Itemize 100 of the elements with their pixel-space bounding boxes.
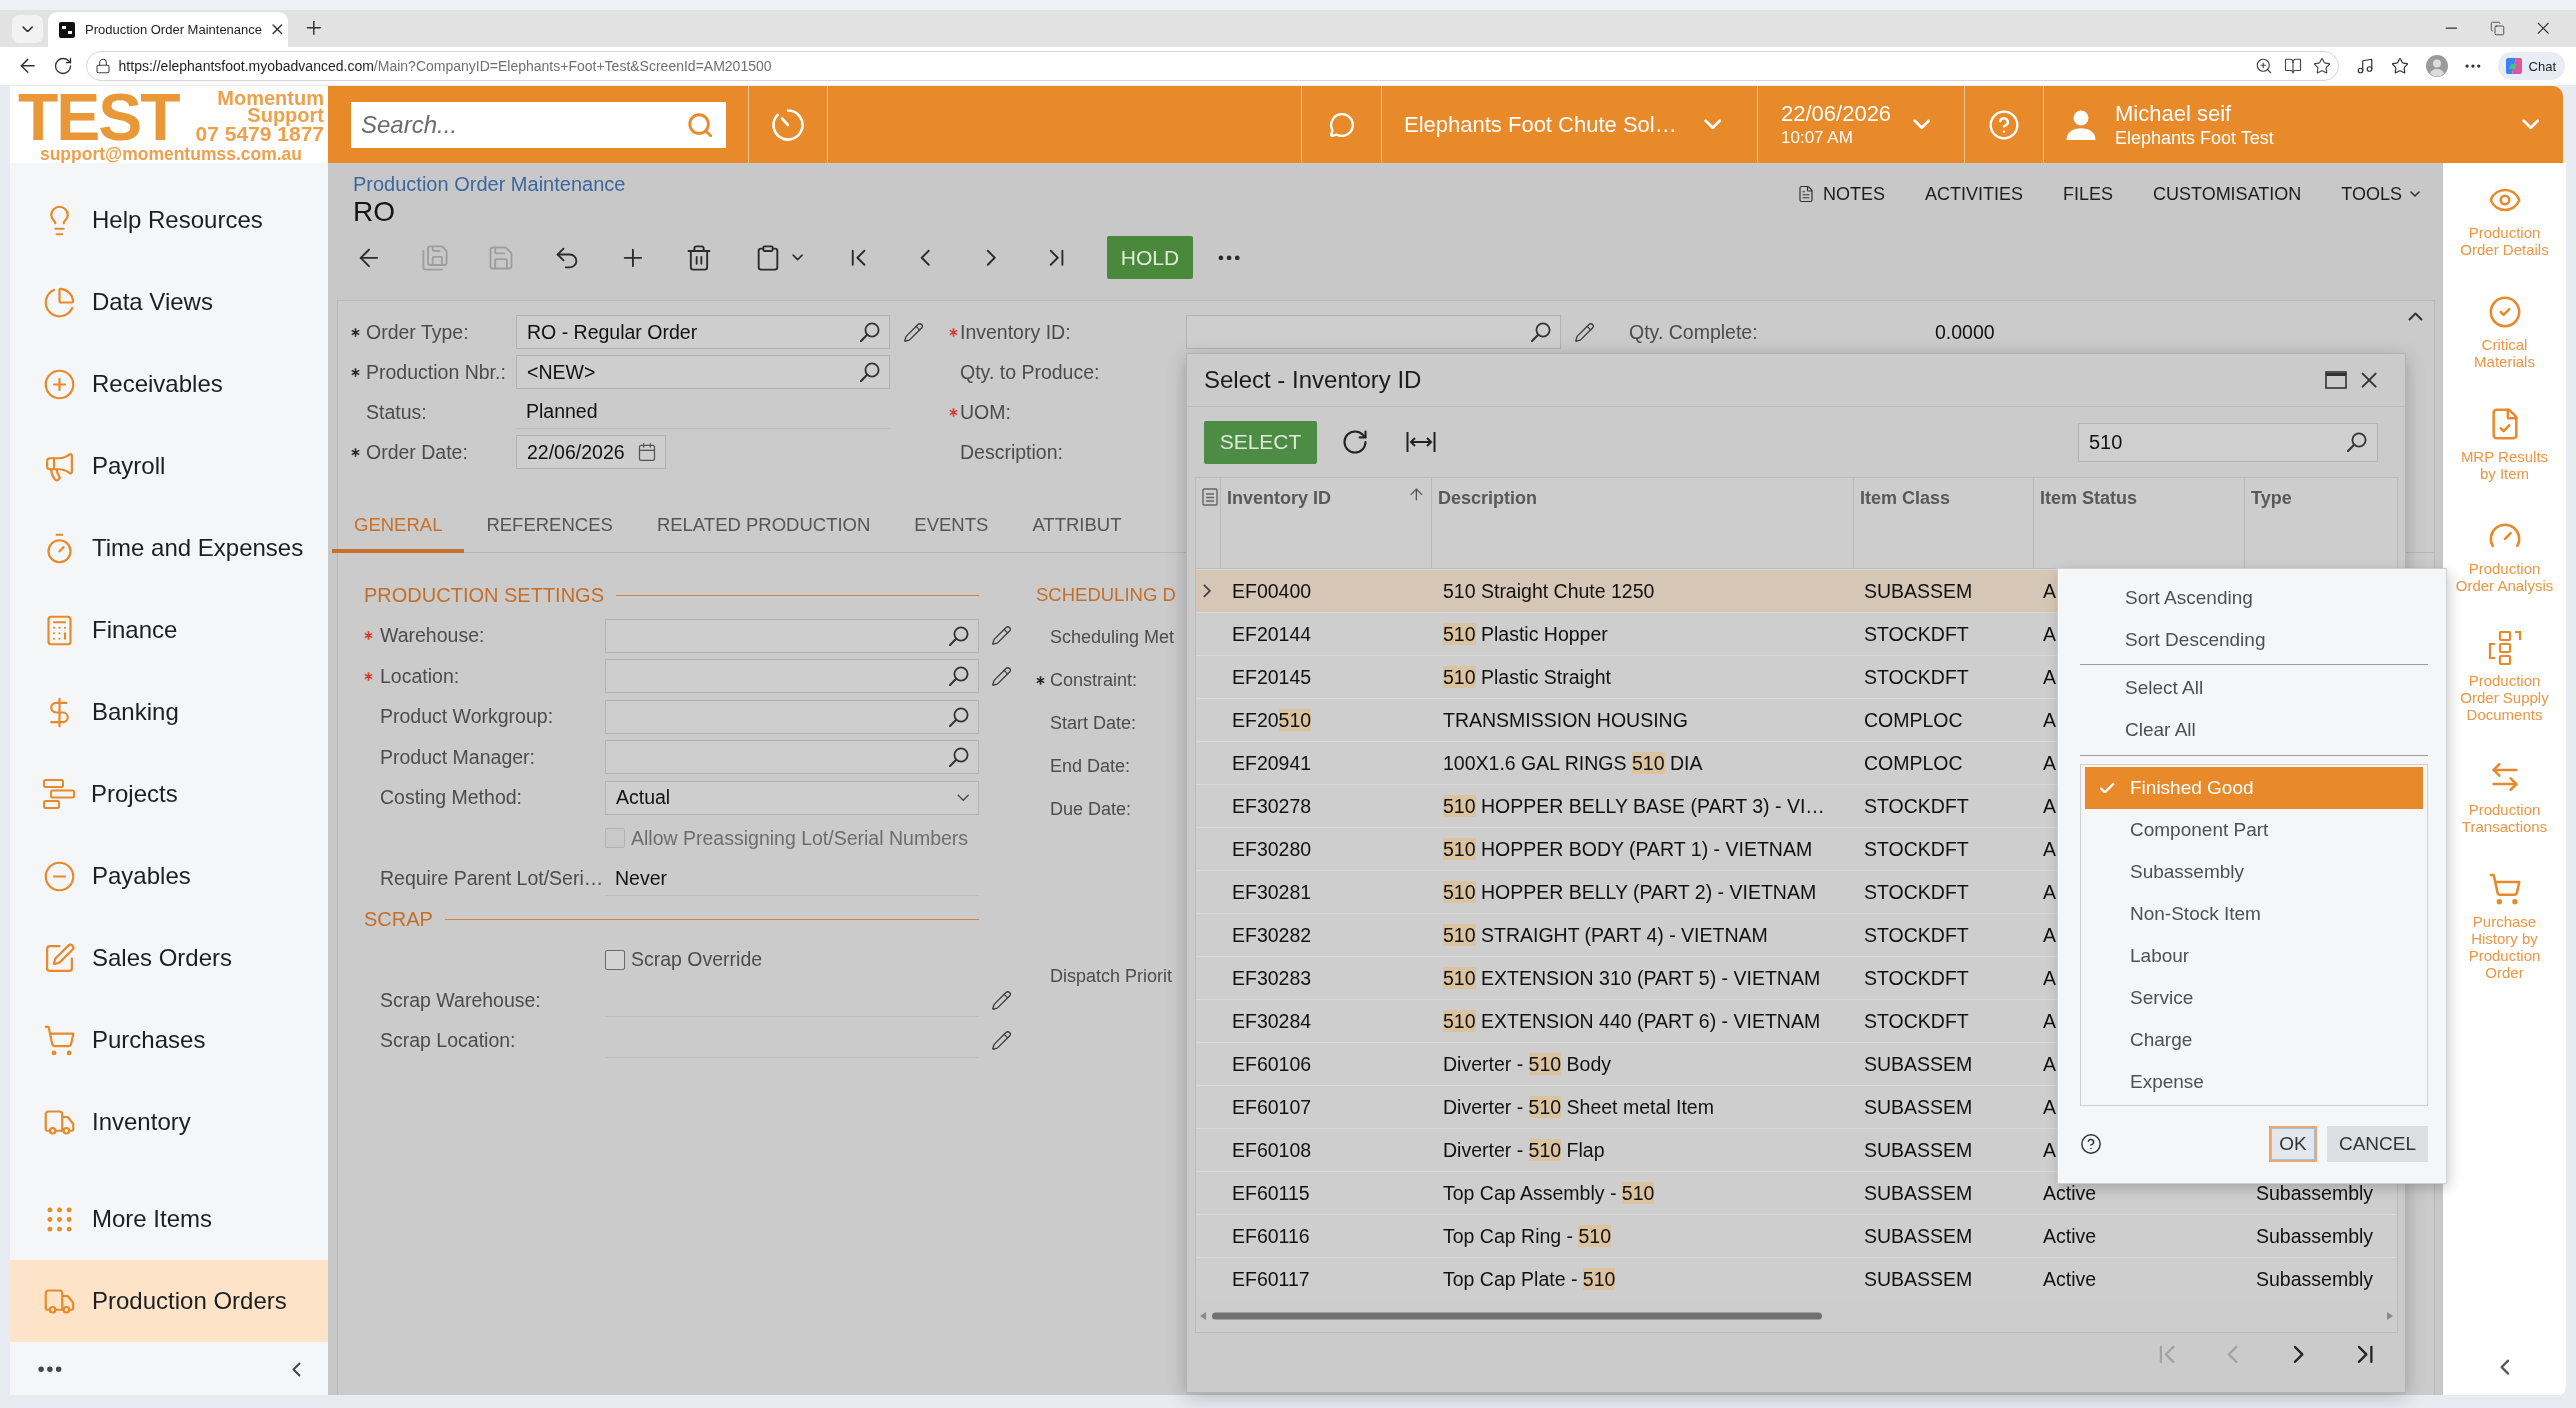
close-icon[interactable] (2536, 22, 2550, 35)
lookup-field[interactable] (1186, 315, 1561, 349)
chevron-down-icon (21, 25, 34, 33)
plus-icon[interactable] (623, 247, 643, 268)
close-icon[interactable] (2360, 371, 2377, 389)
window-icon[interactable] (2324, 371, 2347, 389)
sidebar-item[interactable]: Receivables (10, 343, 328, 425)
pencil-icon[interactable] (902, 321, 924, 343)
book-icon[interactable] (2283, 57, 2302, 75)
reload-icon[interactable] (52, 56, 73, 76)
chevron-up-icon[interactable] (2408, 312, 2423, 321)
restore-icon[interactable] (2489, 21, 2505, 36)
column-header[interactable]: Item Class (1853, 478, 2033, 568)
sidebar-item[interactable]: Payables (10, 835, 328, 917)
tab[interactable]: ATTRIBUT (1010, 500, 1144, 553)
column-header[interactable]: Description (1431, 478, 1853, 568)
date-field[interactable]: 22/06/2026 (516, 435, 666, 469)
sidebar-item[interactable]: Payroll (10, 425, 328, 507)
lookup-field[interactable] (605, 699, 979, 734)
sidebar-item[interactable]: More Items (10, 1178, 328, 1260)
chevron-left-icon[interactable] (919, 248, 931, 267)
checkbox[interactable] (605, 949, 625, 970)
ellipsis-icon[interactable] (1217, 254, 1241, 261)
trash-icon[interactable] (685, 243, 713, 272)
sidebar-item[interactable]: Inventory (10, 1081, 328, 1163)
tab-menu-button[interactable] (12, 15, 43, 43)
sidebar-item[interactable]: Time and Expenses (10, 507, 328, 589)
toolbar-link[interactable]: NOTES (1796, 183, 1885, 205)
chat-bubble-icon[interactable] (1328, 111, 1355, 138)
width-arrows-icon[interactable] (1406, 430, 1436, 454)
search-field[interactable]: 510 (2078, 422, 2378, 462)
list-icon[interactable] (1202, 488, 1218, 506)
browser-tab[interactable]: Production Order Maintenance (48, 12, 288, 47)
dropdown-field[interactable]: Actual (605, 780, 979, 815)
caret-icon[interactable] (792, 254, 804, 261)
star-icon[interactable] (2312, 57, 2331, 75)
table-cell: EF20144 (1232, 622, 1312, 646)
toolbar-link[interactable]: FILES (2062, 183, 2113, 205)
toolbar-link[interactable]: ACTIVITIES (1924, 183, 2023, 205)
calendar-icon[interactable] (637, 442, 657, 462)
chevron-bar-left-icon[interactable] (851, 248, 867, 267)
music-note-icon[interactable] (2355, 57, 2374, 75)
tab[interactable]: REFERENCES (464, 500, 635, 553)
toolbar-link[interactable]: CUSTOMISATION (2152, 183, 2302, 205)
breadcrumb-link[interactable]: Production Order Maintenance (353, 173, 1245, 195)
plus-icon[interactable] (306, 20, 322, 36)
lookup-field[interactable] (605, 618, 979, 653)
search-icon[interactable] (949, 666, 969, 687)
column-header[interactable]: Inventory ID (1220, 478, 1431, 568)
search-field[interactable]: Search... (351, 101, 726, 148)
sidebar-item[interactable]: Data Views (10, 261, 328, 343)
pencil-icon[interactable] (990, 989, 1012, 1011)
search-icon[interactable] (949, 747, 969, 768)
chevron-left-icon[interactable] (292, 1361, 301, 1377)
pencil-icon[interactable] (1573, 321, 1595, 343)
arrow-left-icon[interactable] (20, 58, 36, 74)
search-icon[interactable] (860, 362, 880, 382)
sidebar-item[interactable]: Help Resources (10, 179, 328, 261)
chevron-right-icon[interactable] (985, 248, 997, 267)
ellipsis-icon[interactable] (38, 1365, 62, 1373)
sidebar-item[interactable]: Banking (10, 671, 328, 753)
cancel-button[interactable]: CANCEL (2327, 1126, 2428, 1162)
pencil-icon[interactable] (990, 625, 1012, 647)
ok-button[interactable]: OK (2269, 1126, 2317, 1162)
search-icon[interactable] (2347, 432, 2367, 452)
chevron-bar-right-icon[interactable] (1049, 248, 1065, 267)
search-icon[interactable] (949, 706, 969, 727)
lookup-field[interactable] (605, 740, 979, 775)
zoom-in-icon[interactable] (2254, 57, 2273, 75)
tab[interactable]: RELATED PRODUCTION (634, 500, 893, 553)
search-icon[interactable] (860, 322, 880, 342)
pencil-icon[interactable] (990, 1030, 1012, 1052)
sidebar-item[interactable]: Finance (10, 589, 328, 671)
table-cell: 510 HOPPER BELLY (PART 2) - VIETNAM (1443, 880, 1817, 904)
sidebar-item[interactable]: Sales Orders (10, 917, 328, 999)
ellipsis-icon[interactable] (2464, 63, 2481, 69)
chevron-left-icon[interactable] (2499, 1358, 2510, 1375)
close-icon[interactable] (272, 24, 283, 35)
help-icon[interactable] (2080, 1133, 2102, 1155)
sidebar-item[interactable]: Purchases (10, 999, 328, 1081)
lookup-field[interactable]: <NEW> (516, 355, 890, 389)
timer-icon[interactable] (772, 108, 804, 141)
chevron-right-icon[interactable] (2293, 1345, 2305, 1364)
tab[interactable]: EVENTS (892, 500, 1011, 553)
chevron-bar-right-icon[interactable] (2356, 1345, 2374, 1364)
arrow-left-icon[interactable] (359, 247, 379, 268)
chat-button[interactable]: Chat (2497, 52, 2565, 80)
lookup-field[interactable] (605, 659, 979, 694)
table-cell: EF60106 (1232, 1052, 1312, 1076)
sidebar-item[interactable]: Projects (10, 753, 328, 835)
pencil-icon[interactable] (990, 665, 1012, 687)
minimize-icon[interactable] (2444, 27, 2458, 30)
refresh-icon[interactable] (1341, 428, 1369, 456)
search-icon[interactable] (1531, 322, 1551, 342)
search-icon[interactable] (949, 625, 969, 646)
lookup-field[interactable]: RO - Regular Order (516, 315, 890, 349)
sidebar-item[interactable]: Production Orders (10, 1260, 328, 1342)
star-icon[interactable] (2390, 57, 2409, 75)
toolbar-link[interactable]: TOOLS (2341, 183, 2420, 205)
horizontal-scrollbar[interactable] (1200, 1309, 2393, 1323)
